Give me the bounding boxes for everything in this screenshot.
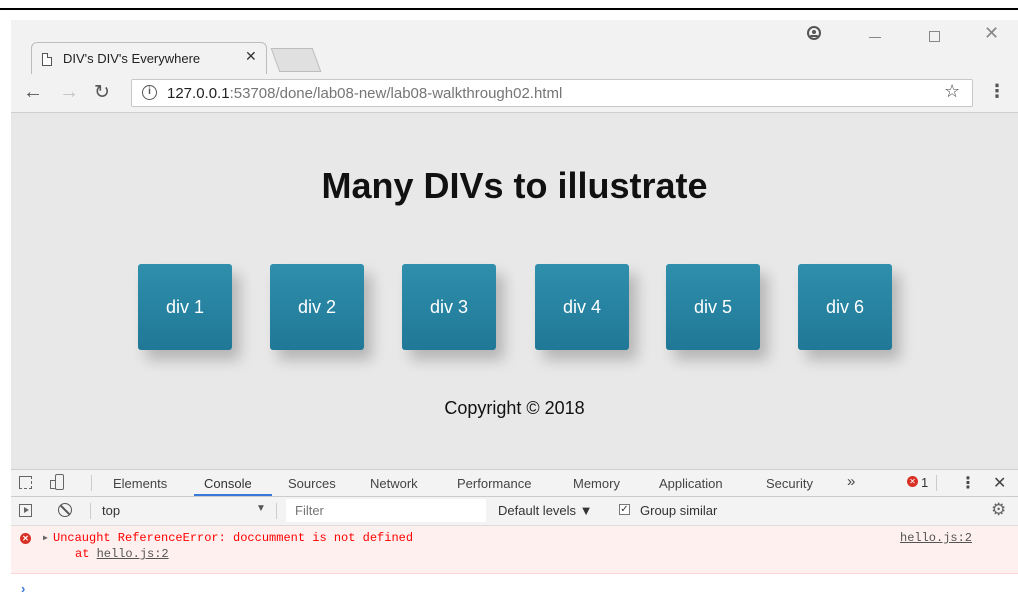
divider (91, 475, 92, 491)
group-similar-checkbox[interactable]: ✓ (619, 504, 630, 515)
devtools-close-icon[interactable]: ✕ (993, 473, 1006, 493)
error-stack-line: at hello.js:2 (75, 547, 169, 561)
url-text[interactable]: 127.0.0.1:53708/done/lab08-new/lab08-wal… (167, 85, 562, 102)
url-host: 127.0.0.1 (167, 85, 230, 102)
page-heading: Many DIVs to illustrate (321, 165, 708, 206)
log-levels-dropdown[interactable]: Default levels ▼ (498, 503, 593, 518)
div-box: div 1 (138, 264, 232, 350)
inspect-element-icon[interactable] (19, 476, 32, 489)
div-box: div 6 (798, 264, 892, 350)
div-box: div 5 (666, 264, 760, 350)
stack-source-link[interactable]: hello.js:2 (97, 547, 169, 561)
browser-toolbar: ← → ↻ i 127.0.0.1:53708/done/lab08-new/l… (11, 74, 1018, 113)
stack-at-label: at (75, 547, 90, 561)
top-border (0, 8, 1018, 10)
div-box: div 3 (402, 264, 496, 350)
divider (90, 503, 91, 519)
tab-security[interactable]: Security (766, 476, 813, 491)
tab-memory[interactable]: Memory (573, 476, 620, 491)
page-icon (42, 53, 52, 66)
tab-close-icon[interactable]: ✕ (245, 48, 257, 65)
div-box: div 4 (535, 264, 629, 350)
div-box: div 2 (270, 264, 364, 350)
group-similar-label[interactable]: Group similar (640, 503, 717, 518)
divider (936, 475, 937, 491)
tab-network[interactable]: Network (370, 476, 418, 491)
arrow-right-icon[interactable]: → (59, 81, 79, 104)
console-prompt-icon[interactable]: › (21, 581, 25, 596)
browser-tab[interactable]: DIV's DIV's Everywhere ✕ (31, 42, 267, 74)
reload-icon[interactable]: ↻ (94, 81, 110, 104)
device-toolbar-icon[interactable] (50, 474, 64, 490)
error-badge-icon[interactable]: ✕ (907, 476, 918, 487)
copyright-text: Copyright © 2018 (444, 398, 585, 418)
tab-elements[interactable]: Elements (113, 476, 167, 491)
tab-performance[interactable]: Performance (457, 476, 531, 491)
chevron-down-icon[interactable]: ▼ (256, 503, 266, 514)
context-select[interactable]: top (102, 503, 120, 518)
new-tab-button[interactable] (270, 48, 322, 72)
devtools-menu-icon[interactable]: ⋮ (960, 473, 976, 493)
error-count[interactable]: 1 (921, 475, 928, 490)
profile-icon[interactable] (807, 26, 821, 40)
address-bar[interactable]: i 127.0.0.1:53708/done/lab08-new/lab08-w… (131, 79, 973, 107)
tab-application[interactable]: Application (659, 476, 723, 491)
console-error-row: ✕ ▶ Uncaught ReferenceError: doccumment … (11, 526, 1018, 574)
active-tab-indicator (194, 494, 272, 496)
clear-console-icon[interactable] (58, 503, 72, 517)
error-icon: ✕ (20, 533, 31, 544)
maximize-icon[interactable] (929, 31, 940, 42)
minimize-icon[interactable] (869, 37, 881, 38)
console-sidebar-icon[interactable] (19, 504, 32, 517)
page-viewport: Many DIVs to illustrate div 1 div 2 div … (11, 113, 1018, 469)
expand-arrow-icon[interactable]: ▶ (43, 533, 48, 543)
devtools-panel: Elements Console Sources Network Perform… (11, 469, 1018, 590)
devtools-tab-bar: Elements Console Sources Network Perform… (11, 470, 1018, 497)
error-source-link[interactable]: hello.js:2 (900, 531, 972, 545)
tab-title: DIV's DIV's Everywhere (63, 51, 201, 66)
gear-icon[interactable]: ⚙ (991, 500, 1006, 520)
filter-input[interactable] (286, 499, 486, 522)
browser-window: DIV's DIV's Everywhere ✕ ✕ ← → ↻ i 127.0… (11, 20, 1018, 596)
tab-console[interactable]: Console (204, 476, 252, 491)
more-tabs-icon[interactable]: » (847, 473, 855, 490)
tab-strip: DIV's DIV's Everywhere ✕ ✕ (11, 20, 1018, 74)
arrow-left-icon[interactable]: ← (23, 81, 43, 104)
url-path: :53708/done/lab08-new/lab08-walkthrough0… (229, 85, 563, 102)
window-close-icon[interactable]: ✕ (984, 23, 999, 44)
info-icon[interactable]: i (142, 85, 157, 100)
error-message: Uncaught ReferenceError: doccumment is n… (53, 531, 414, 545)
star-icon[interactable]: ☆ (944, 81, 960, 102)
kebab-menu-icon[interactable]: ⋮ (988, 81, 1006, 102)
tab-sources[interactable]: Sources (288, 476, 336, 491)
divider (276, 503, 277, 519)
console-toolbar: top ▼ Default levels ▼ ✓ Group similar ⚙ (11, 497, 1018, 526)
